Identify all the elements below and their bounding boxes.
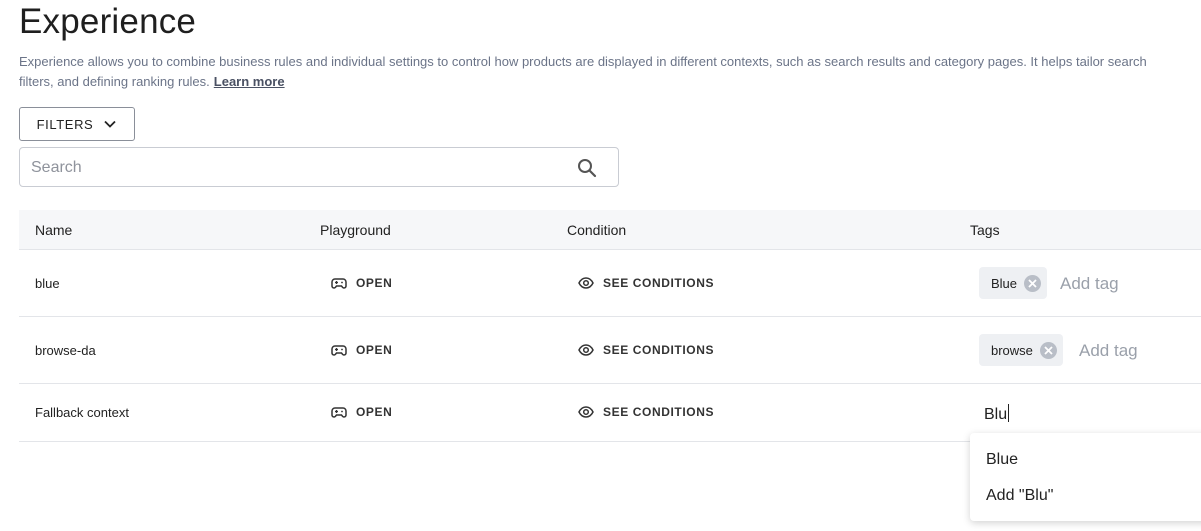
tag-input-value: Blu	[984, 406, 1008, 423]
eye-icon	[578, 277, 594, 289]
remove-tag-button[interactable]	[1039, 341, 1057, 359]
tag-chip-label: browse	[991, 342, 1033, 358]
column-header-condition[interactable]: Condition	[567, 222, 626, 238]
playground-open-label: OPEN	[356, 405, 393, 419]
gamepad-icon	[331, 278, 347, 289]
gamepad-icon	[331, 407, 347, 418]
chevron-down-icon	[104, 120, 116, 128]
experience-table: Name Playground Condition Tags blue OPEN…	[19, 210, 1201, 442]
see-conditions-label: SEE CONDITIONS	[603, 405, 715, 419]
playground-open-button[interactable]: OPEN	[331, 342, 392, 358]
search-box	[19, 147, 619, 187]
add-tag-input[interactable]: Add tag	[1079, 341, 1138, 361]
table-row: blue OPEN SEE CONDITIONS Blue Add tag	[19, 250, 1201, 317]
playground-open-button[interactable]: OPEN	[331, 404, 392, 420]
see-conditions-label: SEE CONDITIONS	[603, 276, 715, 290]
column-header-name[interactable]: Name	[35, 222, 72, 238]
tag-chip[interactable]: Blue	[979, 267, 1048, 299]
row-name: Fallback context	[35, 405, 129, 420]
see-conditions-button[interactable]: SEE CONDITIONS	[578, 275, 714, 291]
row-name: browse-da	[35, 343, 96, 358]
add-tag-input[interactable]: Add tag	[1060, 274, 1119, 294]
learn-more-link[interactable]: Learn more	[214, 74, 285, 89]
search-input[interactable]	[31, 157, 571, 179]
description-line-2: filters, and defining ranking rules. Lear…	[19, 72, 1201, 92]
tag-input[interactable]: Blu	[984, 404, 1010, 424]
search-icon[interactable]	[577, 158, 597, 178]
see-conditions-label: SEE CONDITIONS	[603, 343, 715, 357]
table-row: browse-da OPEN SEE CONDITIONS browse Add…	[19, 317, 1201, 384]
tag-chip[interactable]: browse	[979, 334, 1063, 366]
close-icon	[1044, 345, 1053, 355]
playground-open-label: OPEN	[356, 343, 393, 357]
column-header-tags[interactable]: Tags	[970, 222, 1000, 238]
tag-suggestions-dropdown: Blue Add "Blu"	[970, 433, 1201, 521]
close-icon	[1028, 278, 1037, 288]
tag-chip-label: Blue	[991, 275, 1018, 291]
dropdown-option-add-new[interactable]: Add "Blu"	[986, 487, 1053, 505]
page-description: Experience allows you to combine busines…	[19, 52, 1201, 92]
filters-button[interactable]: FILTERS	[19, 107, 135, 141]
filters-label: FILTERS	[36, 116, 94, 132]
eye-icon	[578, 406, 594, 418]
dropdown-option-blue[interactable]: Blue	[986, 451, 1018, 469]
description-line-1: Experience allows you to combine busines…	[19, 54, 1147, 69]
playground-open-label: OPEN	[356, 276, 393, 290]
playground-open-button[interactable]: OPEN	[331, 275, 392, 291]
column-header-playground[interactable]: Playground	[320, 222, 391, 238]
see-conditions-button[interactable]: SEE CONDITIONS	[578, 342, 714, 358]
see-conditions-button[interactable]: SEE CONDITIONS	[578, 404, 714, 420]
remove-tag-button[interactable]	[1024, 274, 1042, 292]
page-title: Experience	[19, 2, 197, 41]
text-caret	[1008, 404, 1010, 422]
row-name: blue	[35, 276, 60, 291]
eye-icon	[578, 344, 594, 356]
gamepad-icon	[331, 345, 347, 356]
description-line-2-text: filters, and defining ranking rules.	[19, 74, 210, 89]
table-header: Name Playground Condition Tags	[19, 210, 1201, 250]
